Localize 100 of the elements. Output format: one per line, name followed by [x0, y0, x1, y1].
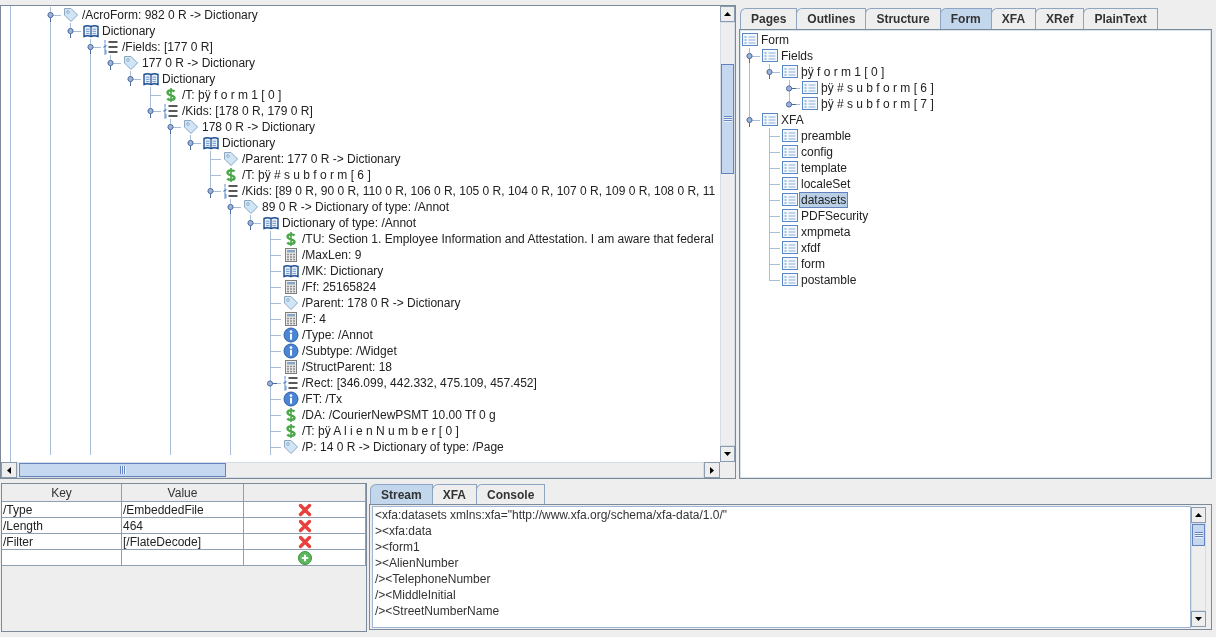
scroll-thumb[interactable]	[721, 64, 734, 174]
panel-icon	[802, 80, 818, 96]
tree-item[interactable]: /Type: /Annot	[300, 327, 375, 343]
book-icon	[283, 263, 299, 279]
scroll-right-button[interactable]	[704, 462, 720, 478]
tree-toggle-icon[interactable]	[227, 204, 234, 214]
tree-item[interactable]: /Subtype: /Widget	[300, 343, 399, 359]
tree-item[interactable]: /AcroForm: 982 0 R -> Dictionary	[80, 7, 260, 23]
tree-item[interactable]: 178 0 R -> Dictionary	[200, 119, 318, 135]
numbered-list-icon	[103, 39, 119, 55]
tree-item[interactable]: XFA	[779, 112, 806, 128]
delete-icon[interactable]	[297, 502, 312, 517]
tree-item[interactable]: Dictionary	[160, 71, 218, 87]
tree-item[interactable]: postamble	[799, 272, 859, 288]
tree-item[interactable]: /FT: /Tx	[300, 391, 344, 407]
delete-icon[interactable]	[297, 518, 312, 533]
tree-item[interactable]: /Parent: 178 0 R -> Dictionary	[300, 295, 463, 311]
scroll-left-button[interactable]	[1, 462, 17, 478]
tree-item[interactable]: /DA: /CourierNewPSMT 10.00 Tf 0 g	[300, 407, 498, 423]
tree-item[interactable]: Dictionary of type: /Annot	[280, 215, 419, 231]
tree-item[interactable]: template	[799, 160, 850, 176]
tab[interactable]: Stream	[370, 484, 433, 504]
panel-icon	[782, 208, 798, 224]
tree-toggle-icon[interactable]	[746, 53, 753, 63]
tree-toggle-icon[interactable]	[147, 108, 154, 118]
tree-item[interactable]: Fields	[779, 48, 815, 64]
tree-toggle-icon[interactable]	[267, 379, 277, 387]
tree-item[interactable]: Dictionary	[100, 23, 158, 39]
tree-toggle-icon[interactable]	[786, 84, 796, 92]
tree-toggle-icon[interactable]	[746, 117, 753, 127]
tree-item[interactable]: localeSet	[799, 176, 853, 192]
panel-icon	[782, 176, 798, 192]
tree-toggle-icon[interactable]	[167, 124, 174, 134]
tree-item[interactable]: /TU: Section 1. Employee Information and Attestation. I am aware that federal	[300, 231, 716, 247]
scroll-down-button[interactable]	[720, 446, 735, 462]
tree-item[interactable]: /T: þÿ # s u b f o r m [ 6 ]	[240, 167, 373, 183]
tree-item[interactable]: þÿ f o r m 1 [ 0 ]	[799, 64, 887, 80]
tab[interactable]: Pages	[740, 8, 798, 29]
info-icon	[283, 343, 299, 359]
tab[interactable]: PlainText	[1083, 8, 1158, 29]
tree-item[interactable]: /Kids: [178 0 R, 179 0 R]	[180, 103, 315, 119]
panel-icon	[782, 272, 798, 288]
stream-line: <xfa:datasets xmlns:xfa="http://www.xfa.org/schema/xfa-data/1.0/"	[374, 507, 728, 523]
tab[interactable]: Console	[476, 484, 546, 504]
tree-item[interactable]: Dictionary	[220, 135, 278, 151]
tree-toggle-icon[interactable]	[67, 28, 74, 38]
tree-item[interactable]: /T: þÿ A l i e n N u m b e r [ 0 ]	[300, 423, 461, 439]
tree-item[interactable]: /MK: Dictionary	[300, 263, 386, 279]
tag-icon	[223, 151, 239, 167]
panel-icon	[782, 160, 798, 176]
book-icon	[203, 135, 219, 151]
scroll-down-button[interactable]	[1191, 611, 1206, 627]
tree-item[interactable]: xfdf	[799, 240, 823, 256]
tree-item[interactable]: config	[799, 144, 836, 160]
tree-toggle-icon[interactable]	[766, 69, 773, 79]
table-cell: /Length	[2, 518, 122, 534]
tag-icon	[283, 295, 299, 311]
tree-toggle-icon[interactable]	[247, 220, 254, 230]
tree-item[interactable]: xmpmeta	[799, 224, 853, 240]
tree-item[interactable]: þÿ # s u b f o r m [ 7 ]	[819, 96, 936, 112]
dollar-icon	[283, 407, 299, 423]
tree-item[interactable]: þÿ # s u b f o r m [ 6 ]	[819, 80, 936, 96]
stream-text-area[interactable]: <xfa:datasets xmlns:xfa="http://www.xfa.org/schema/xfa-data/1.0/" ><xfa:data ><form1 ><AlienNumber /><TelephoneNumber /><MiddleInitial /><StreetNumberName	[372, 506, 1191, 628]
scroll-up-button[interactable]	[1191, 507, 1206, 523]
tree-toggle-icon[interactable]	[87, 44, 94, 54]
tree-item[interactable]: preamble	[799, 128, 854, 144]
delete-icon[interactable]	[297, 534, 312, 549]
panel-icon	[762, 48, 778, 64]
tag-icon	[123, 55, 139, 71]
scroll-thumb[interactable]	[19, 463, 226, 477]
add-icon[interactable]	[297, 550, 312, 565]
tree-toggle-icon[interactable]	[47, 12, 54, 22]
column-header: Value	[122, 484, 244, 502]
table-cell: /Type	[2, 502, 122, 518]
tree-item[interactable]: /Rect: [346.099, 442.332, 475.109, 457.452]	[300, 375, 539, 391]
tree-toggle-icon[interactable]	[107, 60, 114, 70]
tab[interactable]: Form	[939, 8, 992, 29]
tree-item[interactable]: /MaxLen: 9	[300, 247, 364, 263]
tree-toggle-icon[interactable]	[127, 76, 134, 86]
tree-item[interactable]: /P: 14 0 R -> Dictionary of type: /Page	[300, 439, 506, 455]
tree-item[interactable]: 89 0 R -> Dictionary of type: /Annot	[260, 199, 452, 215]
tree-item[interactable]: /T: þÿ f o r m 1 [ 0 ]	[180, 87, 284, 103]
tree-toggle-icon[interactable]	[207, 188, 214, 198]
tree-item[interactable]: /F: 4	[300, 311, 328, 327]
panel-icon	[782, 64, 798, 80]
tree-toggle-icon[interactable]	[786, 100, 796, 108]
tree-item[interactable]: 177 0 R -> Dictionary	[140, 55, 258, 71]
tree-toggle-icon[interactable]	[187, 140, 194, 150]
tree-item[interactable]: /Fields: [177 0 R]	[120, 39, 215, 55]
tree-item[interactable]: /StructParent: 18	[300, 359, 395, 375]
tree-item[interactable]: /Ff: 25165824	[300, 279, 379, 295]
tree-item[interactable]: /Kids: [89 0 R, 90 0 R, 110 0 R, 106 0 R, 105 0 R, 104 0 R, 107 0 R, 109 0 R, 108 0 R, 11	[240, 183, 718, 199]
scroll-thumb[interactable]	[1192, 524, 1205, 546]
tree-item[interactable]: PDFSecurity	[799, 208, 871, 224]
stream-line: ><AlienNumber	[374, 555, 459, 571]
scroll-up-button[interactable]	[720, 6, 735, 22]
tree-item[interactable]: datasets	[799, 192, 849, 208]
tree-item[interactable]: /Parent: 177 0 R -> Dictionary	[240, 151, 403, 167]
tree-item[interactable]: form	[799, 256, 827, 272]
tree-item[interactable]: Form	[759, 32, 791, 48]
